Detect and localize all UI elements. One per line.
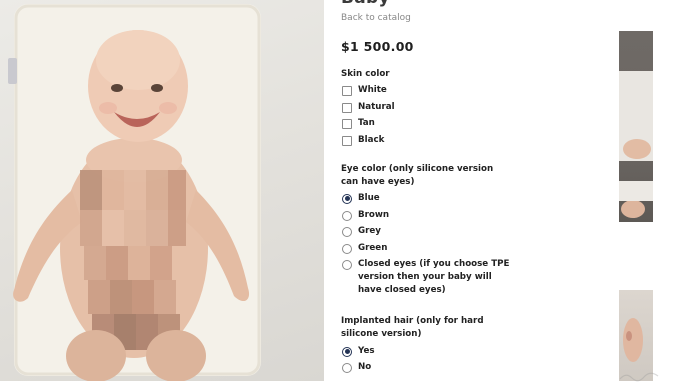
baby-doll-image: [8, 4, 261, 381]
eye-color-option-blue[interactable]: Blue: [342, 192, 380, 205]
option-label: Yes: [358, 346, 375, 356]
option-label: Blue: [358, 193, 380, 203]
implanted-hair-label: Implanted hair (only for hard silicone v…: [341, 316, 484, 339]
radio-icon[interactable]: [342, 210, 352, 221]
option-label: Tan: [358, 118, 375, 128]
option-label: Brown: [358, 210, 390, 220]
radio-icon[interactable]: [342, 259, 352, 270]
eye-color-option-grey[interactable]: Grey: [342, 225, 381, 238]
skin-color-option-white[interactable]: White: [342, 84, 387, 97]
option-label: Green: [358, 243, 388, 253]
radio-selected-icon[interactable]: [342, 193, 352, 204]
watermark-icon: [618, 367, 660, 382]
radio-selected-icon[interactable]: [342, 346, 352, 357]
product-price: $1 500.00: [341, 39, 414, 54]
product-options-panel: Baby Back to catalog $1 500.00 Skin colo…: [341, 0, 611, 381]
option-label: Grey: [358, 226, 381, 236]
skin-color-label: Skin color: [341, 69, 390, 79]
implanted-hair-option-no[interactable]: No: [342, 361, 371, 374]
eye-color-label: Eye color (only silicone version can hav…: [341, 164, 494, 187]
option-label: No: [358, 362, 372, 372]
option-label: White: [358, 85, 387, 95]
product-thumbnail-1[interactable]: [619, 31, 653, 222]
eye-color-option-green[interactable]: Green: [342, 242, 387, 255]
skin-color-option-natural[interactable]: Natural: [342, 101, 395, 114]
eye-color-option-brown[interactable]: Brown: [342, 209, 389, 222]
option-label: Natural: [358, 102, 395, 112]
checkbox-icon[interactable]: [342, 102, 352, 113]
product-photo: [0, 0, 324, 381]
back-to-catalog-link[interactable]: Back to catalog: [341, 13, 411, 23]
checkbox-icon[interactable]: [342, 135, 352, 146]
thumbnail-image: [619, 71, 653, 218]
product-title: Baby: [341, 0, 390, 8]
implanted-hair-option-yes[interactable]: Yes: [342, 345, 375, 358]
checkbox-icon[interactable]: [342, 118, 352, 129]
option-label: Closed eyes (if you choose TPE version t…: [358, 259, 510, 295]
radio-icon[interactable]: [342, 226, 352, 237]
option-label: Black: [358, 135, 385, 145]
skin-color-option-black[interactable]: Black: [342, 134, 384, 147]
radio-icon[interactable]: [342, 362, 352, 373]
radio-icon[interactable]: [342, 243, 352, 254]
checkbox-icon[interactable]: [342, 85, 352, 96]
eye-color-option-closed-eyes[interactable]: Closed eyes (if you choose TPE version t…: [342, 258, 518, 297]
skin-color-option-tan[interactable]: Tan: [342, 117, 375, 130]
